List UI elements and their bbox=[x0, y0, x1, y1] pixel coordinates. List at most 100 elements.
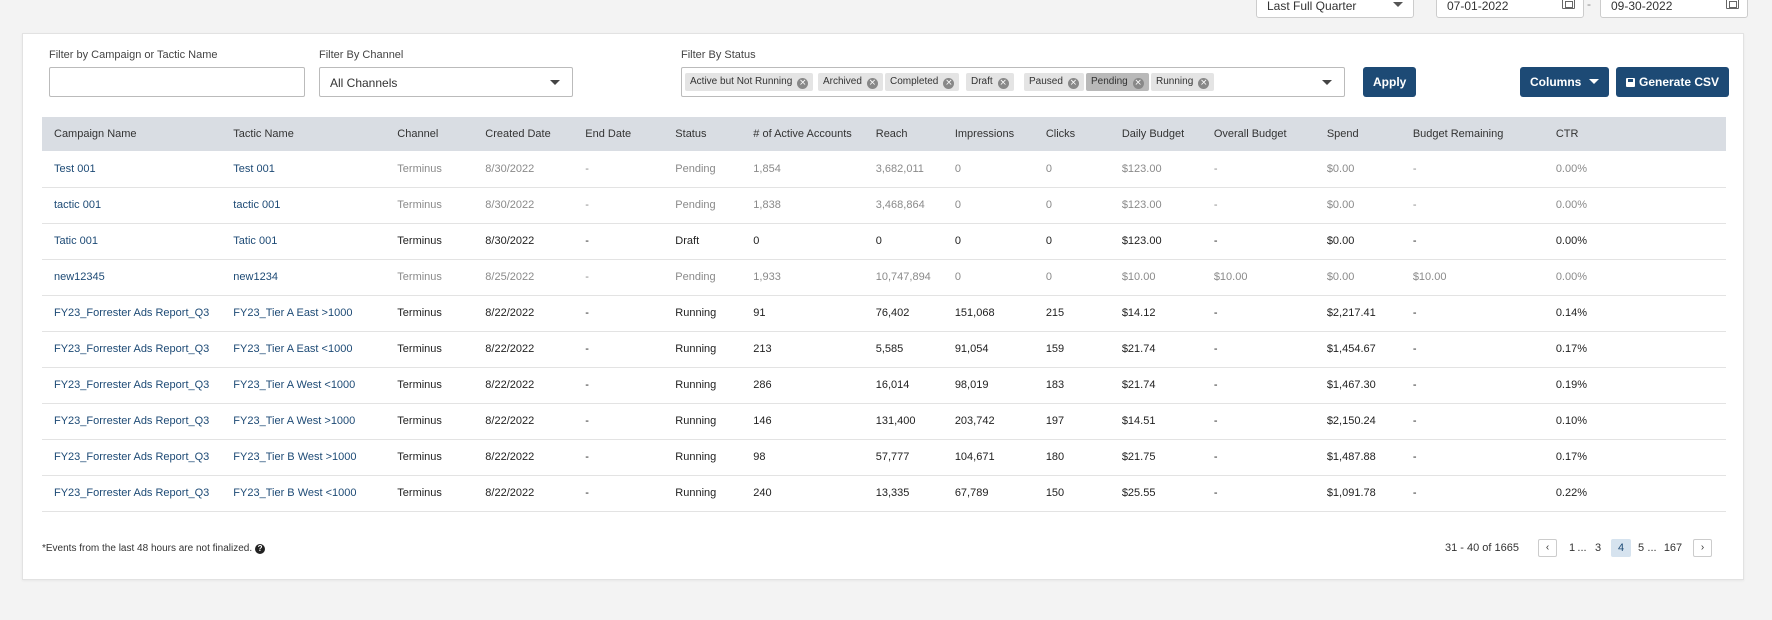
page-link[interactable]: 3 bbox=[1591, 539, 1605, 557]
campaign-card: Filter by Campaign or Tactic Name Filter… bbox=[22, 33, 1744, 580]
campaign-name-cell[interactable]: FY23_Forrester Ads Report_Q3 bbox=[42, 295, 222, 332]
campaign-name-cell[interactable]: FY23_Forrester Ads Report_Q3 bbox=[42, 475, 222, 512]
status-cell: Running bbox=[663, 331, 742, 368]
remove-icon[interactable]: × bbox=[943, 78, 955, 89]
column-header[interactable]: Status bbox=[663, 117, 741, 151]
generate-csv-button[interactable]: Generate CSV bbox=[1616, 67, 1730, 97]
overall-budget-cell: - bbox=[1201, 295, 1315, 332]
status-chip[interactable]: Active but Not Running × bbox=[685, 73, 814, 91]
tactic-name-cell[interactable]: FY23_Tier B West <1000 bbox=[221, 475, 386, 512]
remove-icon[interactable]: × bbox=[866, 78, 878, 89]
calendar-icon[interactable] bbox=[1562, 0, 1575, 9]
column-header[interactable]: Impressions bbox=[943, 117, 1034, 151]
column-header[interactable]: # of Active Accounts bbox=[741, 117, 863, 151]
next-page-icon[interactable]: › bbox=[1693, 539, 1712, 557]
campaign-name-cell[interactable]: Test 001 bbox=[42, 151, 222, 188]
column-header[interactable]: Spend bbox=[1315, 117, 1401, 151]
campaign-filter-input[interactable] bbox=[49, 67, 305, 97]
daily-budget-cell: $123.00 bbox=[1109, 223, 1202, 260]
campaign-name-cell[interactable]: FY23_Forrester Ads Report_Q3 bbox=[42, 439, 222, 476]
period-select[interactable]: Last Full Quarter bbox=[1256, 0, 1414, 18]
generate-csv-label: Generate CSV bbox=[1639, 75, 1720, 89]
remove-icon[interactable]: × bbox=[1067, 78, 1079, 89]
campaign-name-cell[interactable]: FY23_Forrester Ads Report_Q3 bbox=[42, 367, 222, 404]
calendar-icon[interactable] bbox=[1726, 0, 1739, 9]
help-icon[interactable]: ? bbox=[255, 544, 266, 554]
active-accounts-cell: 0 bbox=[741, 223, 864, 260]
table-row[interactable]: new12345 new1234 Terminus 8/25/2022- Pending… bbox=[42, 259, 1726, 296]
column-header[interactable]: Reach bbox=[864, 117, 943, 151]
column-header[interactable]: End Date bbox=[573, 117, 663, 151]
column-header[interactable]: Campaign Name bbox=[42, 117, 221, 151]
overall-budget-cell: - bbox=[1201, 367, 1315, 404]
budget-remaining-cell: - bbox=[1400, 223, 1544, 260]
status-chip[interactable]: Draft × bbox=[966, 73, 1014, 91]
channel-cell: Terminus bbox=[385, 403, 474, 440]
status-filter-label: Filter By Status bbox=[681, 49, 756, 61]
column-header[interactable]: Daily Budget bbox=[1110, 117, 1202, 151]
chevron-down-icon bbox=[550, 80, 560, 85]
status-chip[interactable]: Completed × bbox=[885, 73, 960, 91]
campaign-name-cell[interactable]: tactic 001 bbox=[42, 187, 222, 224]
start-date-input[interactable]: 07-01-2022 bbox=[1436, 0, 1584, 18]
column-header[interactable]: Tactic Name bbox=[221, 117, 385, 151]
tactic-name-cell[interactable]: FY23_Tier B West >1000 bbox=[221, 439, 386, 476]
campaign-name-cell[interactable]: FY23_Forrester Ads Report_Q3 bbox=[42, 331, 222, 368]
clicks-cell: 183 bbox=[1033, 367, 1110, 404]
column-header[interactable]: Clicks bbox=[1034, 117, 1110, 151]
table-row[interactable]: FY23_Forrester Ads Report_Q3 FY23_Tier A … bbox=[42, 367, 1726, 404]
columns-button[interactable]: Columns bbox=[1520, 67, 1610, 97]
page-link-current[interactable]: 4 bbox=[1611, 539, 1631, 557]
column-header[interactable]: Overall Budget bbox=[1202, 117, 1315, 151]
tactic-name-cell[interactable]: FY23_Tier A East <1000 bbox=[221, 331, 386, 368]
impressions-cell: 91,054 bbox=[942, 331, 1034, 368]
table-row[interactable]: Test 001 Test 001 Terminus 8/30/2022- Pendin… bbox=[42, 151, 1726, 188]
tactic-name-cell[interactable]: FY23_Tier A West >1000 bbox=[221, 403, 386, 440]
status-chip[interactable]: Archived × bbox=[818, 73, 883, 91]
page-link[interactable]: 167 bbox=[1661, 539, 1685, 557]
table-row[interactable]: FY23_Forrester Ads Report_Q3 FY23_Tier B … bbox=[42, 439, 1726, 476]
tactic-name-cell[interactable]: new1234 bbox=[221, 259, 386, 296]
clicks-cell: 215 bbox=[1033, 295, 1110, 332]
tactic-name-cell[interactable]: FY23_Tier A East >1000 bbox=[221, 295, 386, 332]
end-date-input[interactable]: 09-30-2022 bbox=[1600, 0, 1748, 18]
table-row[interactable]: tactic 001 tactic 001 Terminus 8/30/2022- Pe… bbox=[42, 187, 1726, 224]
table-row[interactable]: FY23_Forrester Ads Report_Q3 FY23_Tier A … bbox=[42, 295, 1726, 332]
remove-icon[interactable]: × bbox=[1132, 78, 1144, 89]
spend-cell: $2,150.24 bbox=[1314, 403, 1401, 440]
remove-icon[interactable]: × bbox=[1198, 78, 1210, 89]
tactic-name-cell[interactable]: Tatic 001 bbox=[221, 223, 386, 260]
column-header[interactable]: Channel bbox=[385, 117, 473, 151]
campaign-name-cell[interactable]: FY23_Forrester Ads Report_Q3 bbox=[42, 403, 222, 440]
created-date-cell: 8/22/2022 bbox=[473, 439, 574, 476]
end-date-cell: - bbox=[573, 259, 664, 296]
table-row[interactable]: FY23_Forrester Ads Report_Q3 FY23_Tier A … bbox=[42, 331, 1726, 368]
spend-cell: $2,217.41 bbox=[1314, 295, 1401, 332]
chevron-down-icon[interactable] bbox=[1322, 80, 1332, 85]
spend-cell: $0.00 bbox=[1314, 259, 1401, 296]
impressions-cell: 67,789 bbox=[942, 475, 1034, 512]
remove-icon[interactable]: × bbox=[997, 78, 1009, 89]
created-date-cell: 8/30/2022 bbox=[473, 151, 574, 188]
tactic-name-cell[interactable]: FY23_Tier A West <1000 bbox=[221, 367, 386, 404]
table-row[interactable]: Tatic 001 Tatic 001 Terminus 8/30/2022- Draf… bbox=[42, 223, 1726, 260]
status-multiselect[interactable]: Active but Not Running × Archived × Comple… bbox=[681, 67, 1345, 97]
table-row[interactable]: FY23_Forrester Ads Report_Q3 FY23_Tier B … bbox=[42, 475, 1726, 512]
prev-page-icon[interactable]: ‹ bbox=[1538, 539, 1557, 557]
status-chip[interactable]: Running × bbox=[1151, 73, 1215, 91]
created-date-cell: 8/25/2022 bbox=[473, 259, 574, 296]
campaign-name-cell[interactable]: Tatic 001 bbox=[42, 223, 222, 260]
table-row[interactable]: FY23_Forrester Ads Report_Q3 FY23_Tier A … bbox=[42, 403, 1726, 440]
tactic-name-cell[interactable]: tactic 001 bbox=[221, 187, 386, 224]
channel-select[interactable]: All Channels bbox=[319, 67, 573, 97]
tactic-name-cell[interactable]: Test 001 bbox=[221, 151, 386, 188]
status-chip[interactable]: Paused × bbox=[1024, 73, 1084, 91]
column-header[interactable]: Budget Remaining bbox=[1401, 117, 1544, 151]
remove-icon[interactable]: × bbox=[797, 78, 809, 89]
column-header[interactable]: CTR bbox=[1544, 117, 1726, 151]
channel-cell: Terminus bbox=[385, 367, 474, 404]
apply-button[interactable]: Apply bbox=[1363, 67, 1417, 97]
campaign-name-cell[interactable]: new12345 bbox=[42, 259, 222, 296]
status-chip[interactable]: Pending × bbox=[1086, 73, 1149, 91]
column-header[interactable]: Created Date bbox=[473, 117, 573, 151]
